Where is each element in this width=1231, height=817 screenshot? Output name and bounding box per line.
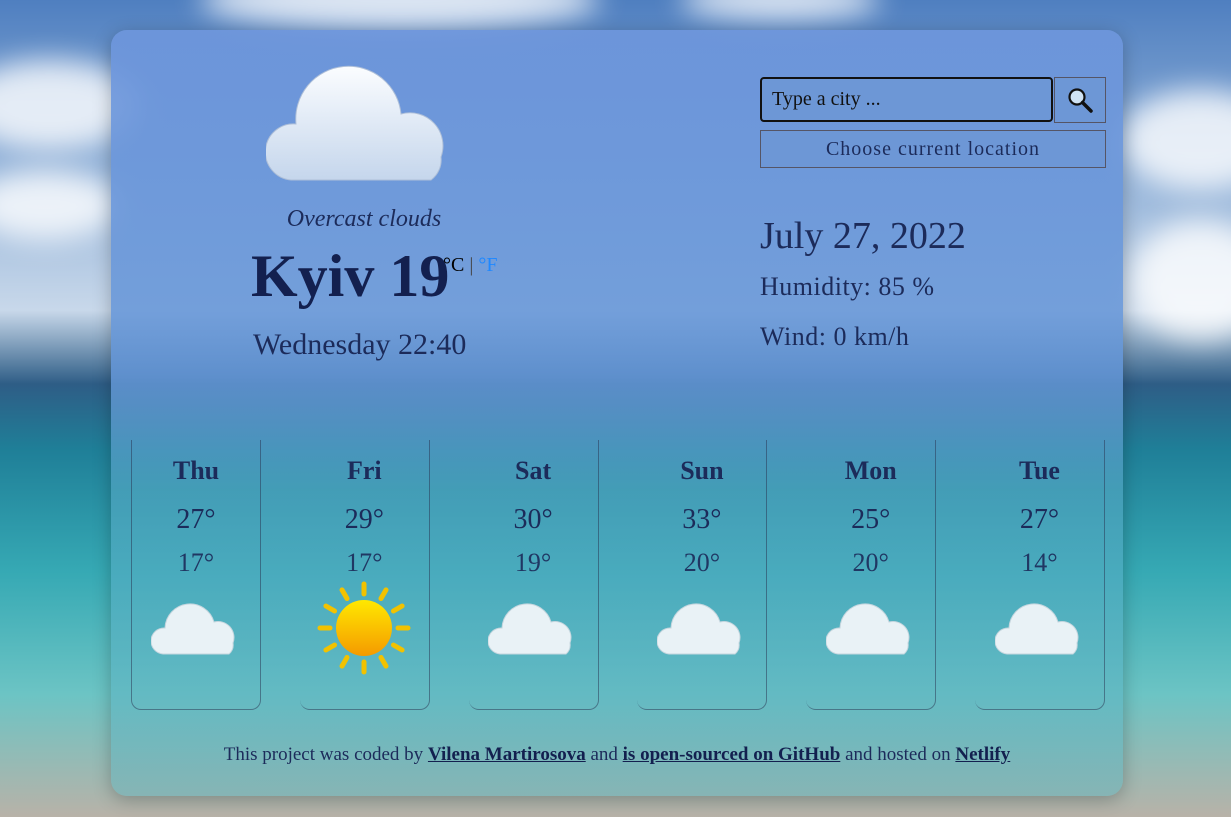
search-icon	[1068, 88, 1093, 113]
sun-icon	[300, 581, 429, 683]
forecast-high: 30°	[513, 504, 553, 535]
cloud-icon	[975, 598, 1104, 661]
forecast-low: 19°	[514, 548, 552, 577]
current-temperature: 19	[389, 243, 450, 309]
fahrenheit-link[interactable]: °F	[478, 254, 497, 276]
forecast-day: Sat 30° 19°	[468, 440, 599, 710]
forecast-day-name: Sun	[680, 456, 724, 485]
forecast-day: Sun 33° 20°	[637, 440, 768, 710]
celsius-link[interactable]: °C	[443, 254, 464, 276]
weather-description: Overcast clouds	[286, 206, 442, 232]
cloud-icon	[637, 598, 766, 661]
forecast-day-name: Sat	[515, 456, 552, 485]
current-datetime: Wednesday 22:40	[253, 328, 467, 361]
forecast-low: 17°	[346, 548, 383, 577]
forecast-high: 25°	[851, 504, 891, 535]
github-link[interactable]: is open-sourced on GitHub	[623, 744, 841, 765]
forecast-high: 27°	[1019, 504, 1060, 535]
current-location-button[interactable]: Choose current location	[760, 130, 1106, 168]
forecast-day: Thu 27° 17°	[131, 440, 261, 710]
forecast-day-name: Tue	[1019, 456, 1060, 485]
cloud-icon	[132, 598, 260, 661]
unit-switch: °C | °F	[443, 254, 497, 277]
footer-text: This project was coded by	[223, 744, 428, 765]
weather-card: Overcast clouds Kyiv 19 °C | °F Wednesda…	[111, 30, 1123, 796]
forecast-day-name: Mon	[844, 456, 897, 485]
cloud-icon	[266, 65, 444, 181]
forecast-day-name: Thu	[172, 456, 220, 485]
forecast-low: 20°	[852, 548, 889, 577]
forecast-high: 29°	[344, 504, 384, 535]
forecast-day: Fri 29° 17°	[299, 440, 430, 710]
forecast-low: 20°	[683, 548, 721, 577]
city-name: Kyiv	[251, 243, 375, 309]
cloud-icon	[806, 598, 935, 661]
forecast-high: 27°	[176, 504, 216, 535]
unit-separator: |	[469, 254, 474, 276]
author-link[interactable]: Vilena Martirosova	[428, 744, 586, 765]
search-button[interactable]	[1054, 77, 1106, 123]
forecast-low: 14°	[1021, 548, 1058, 577]
current-date: July 27, 2022	[760, 215, 966, 257]
forecast-low: 17°	[177, 548, 215, 577]
footer-text: and	[585, 744, 623, 765]
humidity: Humidity: 85 %	[760, 272, 935, 301]
cloud-icon	[469, 598, 598, 661]
netlify-link[interactable]: Netlify	[955, 744, 1010, 765]
footer-text: and hosted on	[840, 744, 956, 765]
footer: This project was coded by Vilena Martiro…	[111, 744, 1123, 766]
city-temperature: Kyiv 19	[251, 242, 449, 311]
forecast-high: 33°	[682, 504, 722, 535]
city-search-input[interactable]	[760, 77, 1053, 122]
wind: Wind: 0 km/h	[760, 322, 910, 351]
forecast-day: Tue 27° 14°	[975, 440, 1105, 710]
forecast-day: Mon 25° 20°	[806, 440, 937, 710]
forecast-day-name: Fri	[346, 456, 382, 485]
